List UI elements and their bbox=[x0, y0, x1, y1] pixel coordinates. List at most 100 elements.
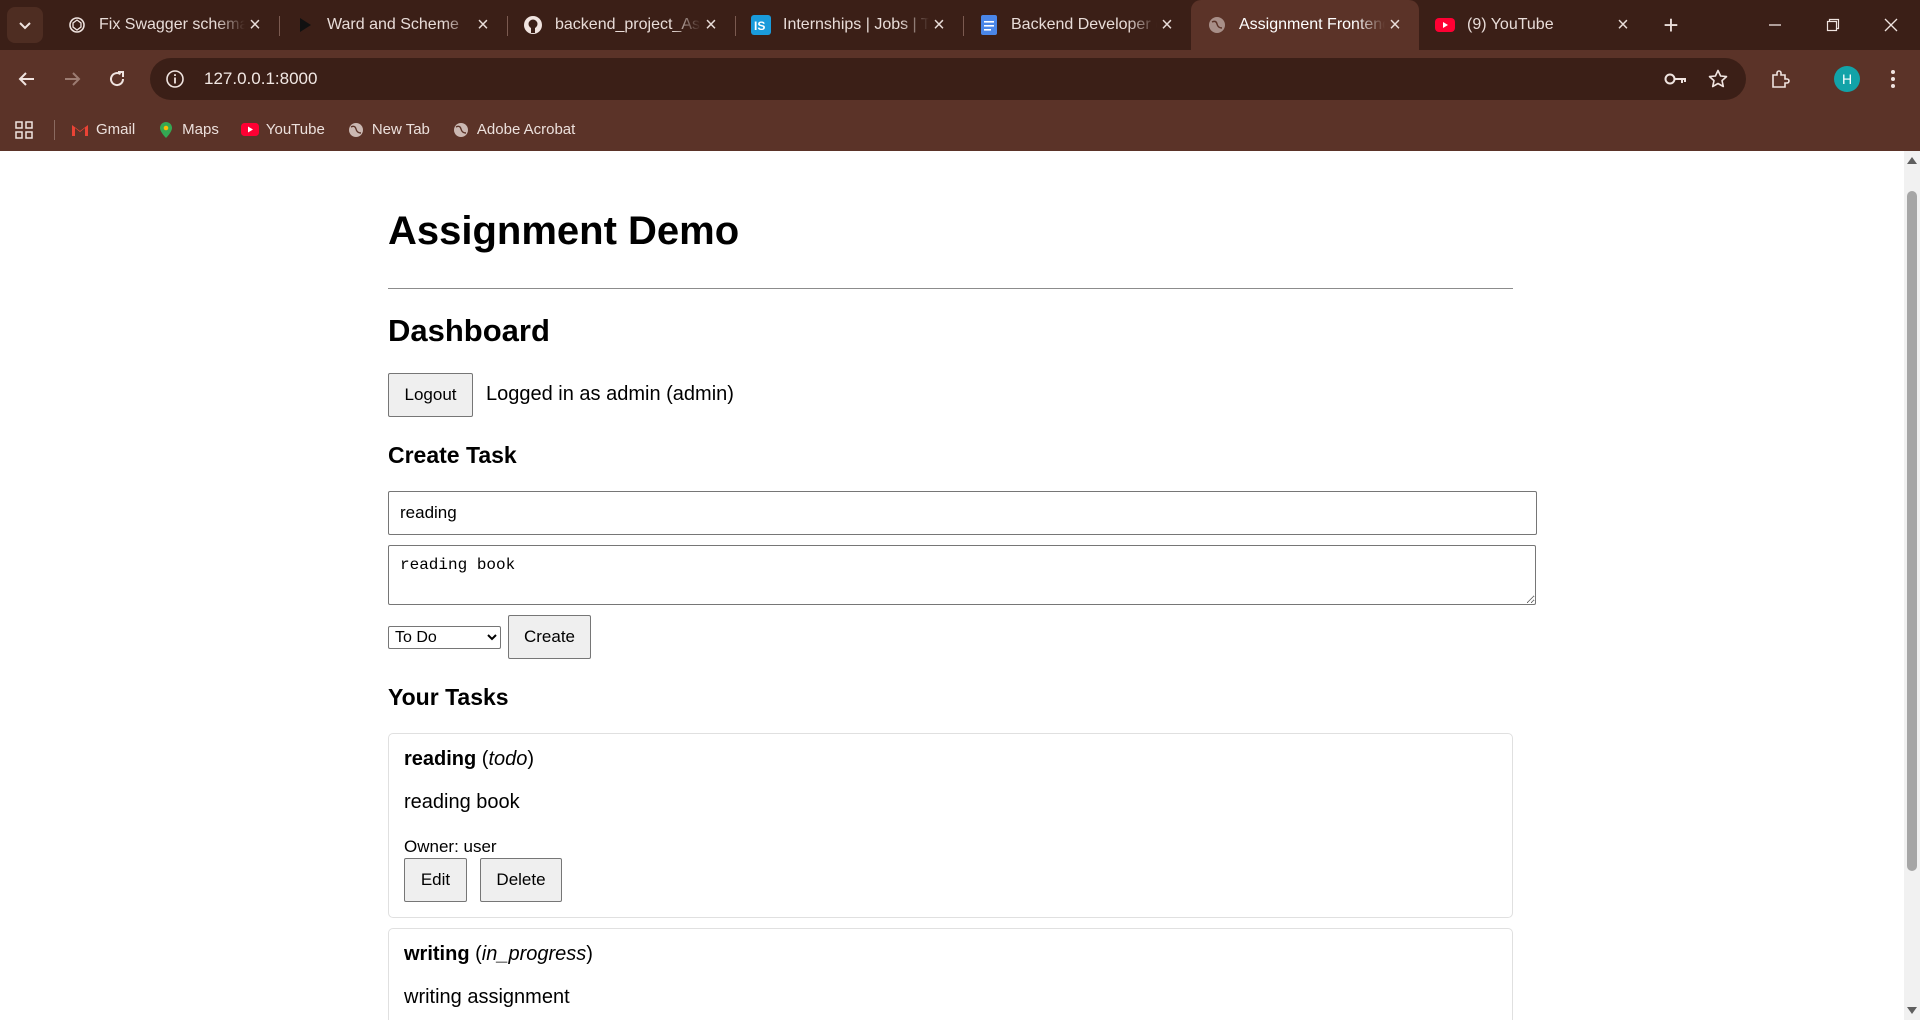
your-tasks-heading: Your Tasks bbox=[388, 684, 509, 710]
close-icon[interactable]: × bbox=[701, 14, 721, 36]
bookmark-gmail[interactable]: Gmail bbox=[71, 121, 135, 139]
extensions-button[interactable] bbox=[1762, 61, 1798, 97]
plus-icon: + bbox=[1663, 9, 1679, 40]
tab-title: Fix Swagger schema e bbox=[99, 16, 245, 33]
tab-search-button[interactable] bbox=[7, 7, 43, 43]
task-card: reading (todo) reading book Owner: user … bbox=[388, 733, 1513, 918]
forward-button[interactable] bbox=[54, 61, 90, 97]
close-icon[interactable]: × bbox=[473, 14, 493, 36]
tab-title: (9) YouTube bbox=[1467, 16, 1554, 33]
globe-icon bbox=[347, 121, 365, 139]
tab-0[interactable]: Fix Swagger schema e × bbox=[51, 0, 279, 50]
browser-toolbar: 127.0.0.1:8000 H bbox=[0, 50, 1920, 108]
scroll-thumb[interactable] bbox=[1907, 191, 1917, 871]
close-window-button[interactable] bbox=[1862, 0, 1920, 50]
tab-title: Backend Developer ( bbox=[1011, 16, 1157, 33]
task-header: reading (todo) bbox=[404, 748, 535, 770]
dashboard-heading: Dashboard bbox=[388, 313, 550, 348]
scroll-down-arrow[interactable] bbox=[1907, 1007, 1917, 1014]
password-key-icon[interactable] bbox=[1658, 61, 1694, 97]
menu-button[interactable] bbox=[1875, 61, 1911, 97]
task-description: reading book bbox=[404, 791, 520, 813]
bookmark-adobe-acrobat[interactable]: Adobe Acrobat bbox=[452, 121, 575, 139]
globe-icon bbox=[1207, 15, 1227, 35]
reload-icon bbox=[110, 71, 125, 87]
site-info-icon[interactable] bbox=[154, 58, 196, 100]
login-status-text: Logged in as admin (admin) bbox=[486, 383, 734, 405]
task-status: in_progress bbox=[481, 943, 587, 965]
tab-5-active[interactable]: Assignment Frontend × bbox=[1191, 0, 1419, 50]
divider bbox=[388, 288, 1513, 289]
arrow-left-icon bbox=[18, 72, 34, 86]
close-icon[interactable]: × bbox=[1385, 14, 1405, 36]
tab-4[interactable]: Backend Developer ( × bbox=[963, 0, 1191, 50]
create-task-button[interactable]: Create bbox=[508, 615, 591, 659]
back-button[interactable] bbox=[9, 61, 45, 97]
tab-title: Assignment Frontend bbox=[1239, 16, 1385, 33]
scroll-up-arrow[interactable] bbox=[1907, 157, 1917, 164]
delete-task-button[interactable]: Delete bbox=[480, 858, 562, 902]
openai-icon bbox=[67, 15, 87, 35]
bookmark-star-icon[interactable] bbox=[1700, 61, 1736, 97]
docs-icon bbox=[979, 15, 999, 35]
restore-icon bbox=[1826, 18, 1840, 32]
apps-grid-icon[interactable] bbox=[12, 118, 36, 142]
bookmark-label: New Tab bbox=[371, 121, 430, 138]
tab-1[interactable]: Ward and Scheme × bbox=[279, 0, 507, 50]
task-owner: Owner: user bbox=[404, 837, 497, 856]
tab-title: Internships | Jobs | Tr bbox=[783, 16, 929, 33]
svg-text:IS: IS bbox=[754, 19, 765, 33]
tab-title: Ward and Scheme bbox=[327, 16, 459, 33]
url-text: 127.0.0.1:8000 bbox=[204, 69, 318, 88]
close-icon bbox=[1884, 18, 1898, 32]
bookmark-youtube[interactable]: YouTube bbox=[240, 121, 325, 139]
minimize-button[interactable] bbox=[1746, 0, 1804, 50]
close-icon[interactable]: × bbox=[1157, 14, 1177, 36]
youtube-icon bbox=[240, 121, 259, 139]
window-controls bbox=[1746, 0, 1920, 50]
close-icon[interactable]: × bbox=[929, 14, 949, 36]
restore-button[interactable] bbox=[1804, 0, 1862, 50]
bookmark-label: Maps bbox=[182, 121, 219, 138]
tab-strip: Fix Swagger schema e × Ward and Scheme ×… bbox=[0, 0, 1920, 50]
task-name: writing bbox=[404, 943, 470, 965]
page-viewport: Assignment Demo Dashboard Logout Logged … bbox=[0, 151, 1920, 1020]
reload-button[interactable] bbox=[99, 61, 135, 97]
task-status: todo bbox=[488, 748, 528, 770]
tab-2[interactable]: backend_project_Assi × bbox=[507, 0, 735, 50]
bookmark-new-tab[interactable]: New Tab bbox=[347, 121, 430, 139]
task-description-textarea[interactable]: reading book bbox=[388, 545, 1536, 605]
globe-icon bbox=[452, 121, 470, 139]
profile-avatar[interactable]: H bbox=[1834, 66, 1860, 92]
tab-3[interactable]: IS Internships | Jobs | Tr × bbox=[735, 0, 963, 50]
task-description: writing assignment bbox=[404, 986, 570, 1008]
youtube-icon bbox=[1435, 15, 1455, 35]
new-tab-button[interactable]: + bbox=[1651, 0, 1691, 50]
bookmark-label: Gmail bbox=[96, 121, 136, 138]
task-status-select[interactable]: To Do bbox=[388, 626, 501, 649]
close-icon[interactable]: × bbox=[245, 14, 265, 36]
bookmark-label: Adobe Acrobat bbox=[476, 121, 576, 138]
close-icon[interactable]: × bbox=[1613, 14, 1633, 36]
logout-button[interactable]: Logout bbox=[388, 373, 473, 417]
github-icon bbox=[523, 15, 543, 35]
create-task-heading: Create Task bbox=[388, 442, 517, 468]
gmail-icon bbox=[71, 121, 89, 139]
task-card: writing (in_progress) writing assignment bbox=[388, 928, 1513, 1020]
bookmarks-divider bbox=[54, 119, 55, 140]
chevron-down-icon bbox=[19, 22, 31, 30]
address-bar[interactable]: 127.0.0.1:8000 bbox=[150, 58, 1746, 100]
task-header: writing (in_progress) bbox=[404, 943, 593, 965]
page-scrollbar[interactable] bbox=[1904, 151, 1920, 1020]
task-title-input[interactable] bbox=[388, 491, 1537, 535]
arrow-right-icon bbox=[65, 72, 81, 86]
bookmark-maps[interactable]: Maps bbox=[157, 121, 219, 139]
edit-task-button[interactable]: Edit bbox=[404, 858, 467, 902]
puzzle-icon bbox=[1772, 70, 1790, 88]
bookmark-label: YouTube bbox=[265, 121, 325, 138]
play-icon bbox=[295, 15, 315, 35]
task-name: reading bbox=[404, 748, 477, 770]
tab-6[interactable]: (9) YouTube × bbox=[1419, 0, 1647, 50]
page-title: Assignment Demo bbox=[388, 209, 740, 253]
kebab-menu-icon bbox=[1891, 70, 1895, 88]
